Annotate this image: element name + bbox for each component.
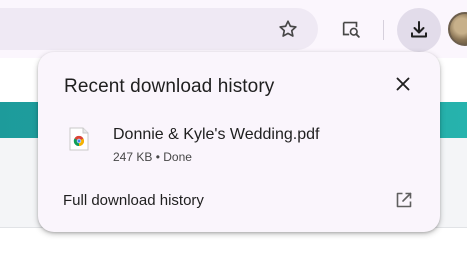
browser-toolbar bbox=[0, 0, 467, 58]
profile-avatar[interactable] bbox=[448, 12, 467, 46]
page-search-icon bbox=[342, 21, 360, 38]
bookmark-star-button[interactable] bbox=[270, 11, 306, 47]
download-file-size: 247 KB bbox=[113, 150, 153, 164]
popup-title: Recent download history bbox=[64, 76, 275, 97]
star-icon bbox=[279, 20, 297, 37]
download-file-meta: 247 KB • Done bbox=[113, 150, 192, 164]
download-history-popup: Recent download history Donnie & Kyle's … bbox=[38, 52, 440, 232]
download-icon bbox=[411, 21, 427, 38]
search-page-button[interactable] bbox=[333, 11, 369, 47]
download-item[interactable]: Donnie & Kyle's Wedding.pdf 247 KB • Don… bbox=[38, 118, 440, 170]
download-status: Done bbox=[163, 150, 192, 164]
close-button[interactable] bbox=[390, 71, 416, 97]
toolbar-separator bbox=[383, 20, 384, 40]
meta-separator: • bbox=[152, 150, 164, 164]
pdf-file-icon bbox=[69, 127, 89, 151]
downloads-button[interactable] bbox=[397, 8, 441, 52]
full-history-link[interactable]: Full download history bbox=[63, 192, 204, 209]
full-history-row[interactable]: Full download history bbox=[38, 182, 440, 218]
download-file-name: Donnie & Kyle's Wedding.pdf bbox=[113, 126, 320, 143]
open-in-new-button[interactable] bbox=[393, 189, 415, 211]
open-in-new-icon bbox=[396, 192, 412, 208]
close-icon bbox=[396, 77, 410, 91]
